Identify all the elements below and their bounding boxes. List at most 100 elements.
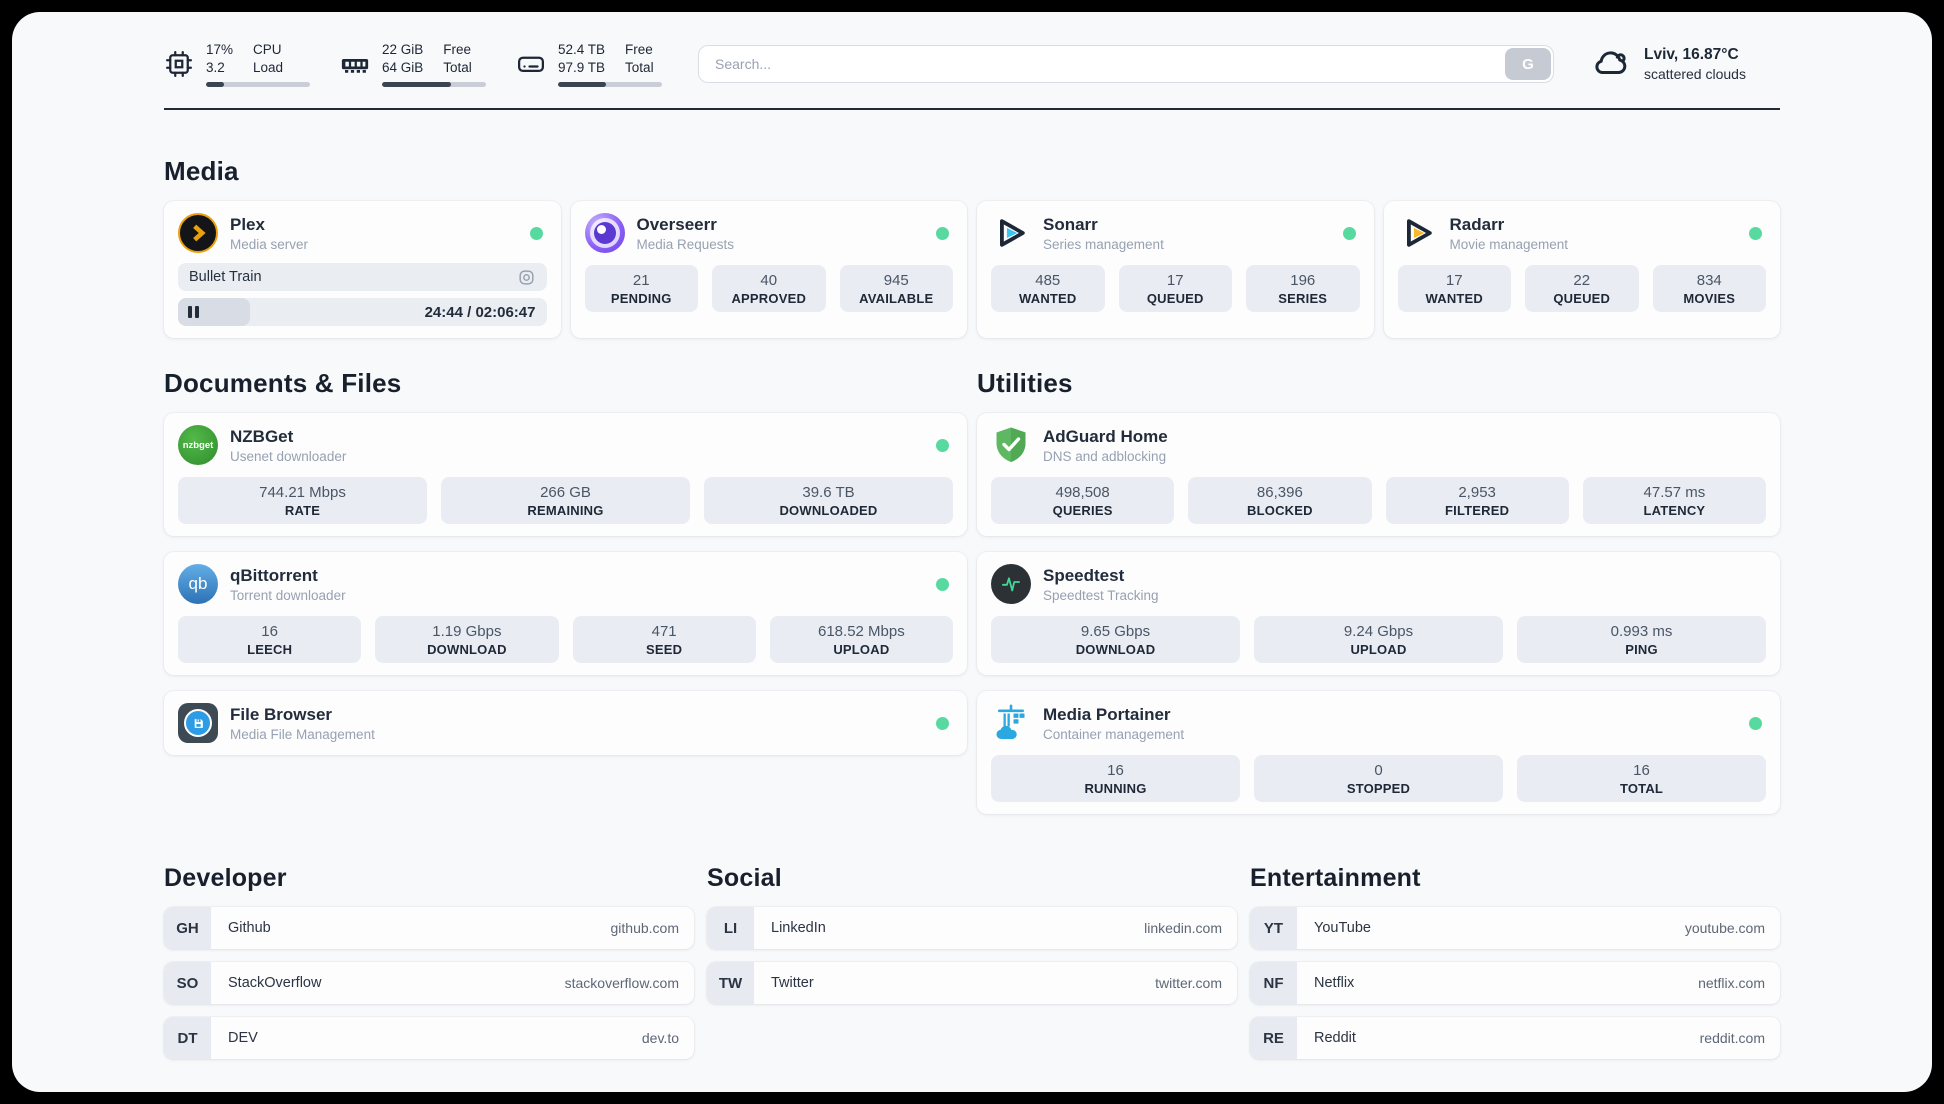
playback-time: 24:44 / 02:06:47 [424, 303, 536, 321]
link-badge: NF [1250, 962, 1297, 1004]
weather-condition: scattered clouds [1644, 66, 1746, 82]
link-badge: TW [707, 962, 754, 1004]
ram-progress-fill [382, 81, 451, 87]
search-bar: G [698, 45, 1554, 83]
link-row-github[interactable]: GH Github github.com [164, 907, 694, 949]
link-row-twitter[interactable]: TW Twitter twitter.com [707, 962, 1237, 1004]
ram-total-label: Total [443, 60, 472, 75]
app-card-nzbget[interactable]: nzbget NZBGet Usenet downloader 744.21 M… [164, 413, 967, 536]
section-title-social: Social [707, 864, 782, 892]
app-name: Sonarr [1043, 214, 1098, 234]
stat-box: 39.6 TB DOWNLOADED [704, 477, 953, 524]
app-card-sonarr[interactable]: Sonarr Series management 485 WANTED 17 QUE… [977, 201, 1374, 338]
cpu-label: CPU [253, 42, 282, 58]
app-description: Series management [1043, 236, 1164, 252]
media-card-grid: Plex Media server Bullet Train 24:44 / 0… [164, 201, 1780, 338]
link-row-youtube[interactable]: YT YouTube youtube.com [1250, 907, 1780, 949]
disk-total-label: Total [625, 60, 654, 75]
app-description: Media File Management [230, 726, 375, 742]
app-card-adguard[interactable]: AdGuard Home DNS and adblocking 498,508 Q… [977, 413, 1780, 536]
stat-box: 196 SERIES [1246, 265, 1360, 312]
app-card-radarr[interactable]: Radarr Movie management 17 WANTED 22 QUEUE… [1383, 201, 1780, 338]
search-input[interactable] [698, 45, 1554, 83]
link-row-reddit[interactable]: RE Reddit reddit.com [1250, 1017, 1780, 1059]
stat-box: 834 MOVIES [1652, 265, 1766, 312]
stat-box: 9.65 Gbps DOWNLOAD [991, 616, 1240, 663]
app-card-qbittorrent[interactable]: qb qBittorrent Torrent downloader 16 LEEC… [164, 552, 967, 675]
app-description: Movie management [1449, 236, 1569, 252]
link-badge: SO [164, 962, 211, 1004]
app-name: Radarr [1449, 214, 1505, 234]
portainer-icon [991, 703, 1031, 743]
middle-grid: Documents & Files nzbget NZBGet Usenet d… [164, 368, 1780, 814]
app-name: qBittorrent [230, 565, 318, 585]
link-row-dev[interactable]: DT DEV dev.to [164, 1017, 694, 1059]
link-name: DEV [228, 1030, 258, 1046]
top-bar: 17% 3.2 CPU Load 22 GiB 64 GiB Free Total [164, 36, 1780, 92]
stat-box: 1.19 Gbps DOWNLOAD [375, 616, 559, 663]
link-name: YouTube [1314, 920, 1371, 936]
stat-box: 498,508 QUERIES [991, 477, 1175, 524]
app-card-plex[interactable]: Plex Media server Bullet Train 24:44 / 0… [164, 201, 561, 338]
camera-icon [518, 269, 534, 285]
stat-box: 16 RUNNING [991, 755, 1240, 802]
link-badge: GH [164, 907, 211, 949]
status-online-dot [1749, 716, 1762, 730]
header-divider [164, 108, 1780, 110]
link-badge: LI [707, 907, 754, 949]
stat-box: 2,953 FILTERED [1385, 477, 1569, 524]
link-url: reddit.com [1699, 1030, 1765, 1046]
app-card-speedtest[interactable]: Speedtest Speedtest Tracking 9.65 Gbps DO… [977, 552, 1780, 675]
stat-box: 47.57 ms LATENCY [1582, 477, 1766, 524]
stat-box: 40 APPROVED [712, 265, 826, 312]
plex-icon [178, 213, 218, 253]
stat-box: 17 QUEUED [1118, 265, 1232, 312]
now-playing-row: Bullet Train [178, 263, 547, 291]
app-description: Media server [230, 236, 309, 252]
app-card-portainer[interactable]: Media Portainer Container management 16 R… [977, 691, 1780, 814]
playback-progress-bar[interactable]: 24:44 / 02:06:47 [178, 298, 547, 326]
link-url: netflix.com [1698, 975, 1765, 991]
entertainment-links: Entertainment YT YouTube youtube.com NF … [1250, 864, 1780, 1059]
dashboard-page: 17% 3.2 CPU Load 22 GiB 64 GiB Free Total [12, 12, 1932, 1092]
disk-free-label: Free [625, 42, 653, 58]
cpu-load-average: 3.2 [206, 60, 225, 75]
pause-icon [188, 306, 199, 318]
app-description: Container management [1043, 726, 1185, 742]
link-row-stackoverflow[interactable]: SO StackOverflow stackoverflow.com [164, 962, 694, 1004]
adguard-icon [991, 425, 1031, 465]
app-name: AdGuard Home [1043, 426, 1168, 446]
playback-progress-fill [178, 298, 250, 326]
stat-box: 471 SEED [572, 616, 756, 663]
stat-box: 9.24 Gbps UPLOAD [1254, 616, 1503, 663]
stat-box: 17 WANTED [1397, 265, 1511, 312]
weather-location-temp: Lviv, 16.87°C [1644, 46, 1739, 63]
disk-progress-fill [558, 81, 606, 87]
app-description: DNS and adblocking [1043, 448, 1167, 464]
now-playing-title: Bullet Train [189, 269, 262, 285]
link-url: twitter.com [1155, 975, 1222, 991]
cpu-progress-bar [206, 81, 310, 87]
link-row-linkedin[interactable]: LI LinkedIn linkedin.com [707, 907, 1237, 949]
stat-box: 21 PENDING [584, 265, 698, 312]
link-url: stackoverflow.com [564, 975, 679, 991]
app-card-overseerr[interactable]: Overseerr Media Requests 21 PENDING 40 APP… [570, 201, 967, 338]
ram-free-label: Free [443, 42, 472, 58]
search-engine-button[interactable]: G [1505, 48, 1551, 80]
filebrowser-icon [178, 703, 218, 743]
speedtest-icon [991, 564, 1031, 604]
link-row-netflix[interactable]: NF Netflix netflix.com [1250, 962, 1780, 1004]
ram-progress-bar [382, 81, 486, 87]
status-online-dot [936, 226, 949, 240]
link-badge: RE [1250, 1017, 1297, 1059]
link-badge: YT [1250, 907, 1297, 949]
social-links: Social LI LinkedIn linkedin.com TW Twitt… [707, 864, 1237, 1004]
status-online-dot [529, 226, 543, 240]
link-url: dev.to [641, 1030, 679, 1046]
app-name: File Browser [230, 704, 333, 724]
links-grid: Developer GH Github github.com SO StackO… [164, 864, 1780, 1059]
ram-total-value: 64 GiB [382, 60, 424, 75]
stat-box: 266 GB REMAINING [441, 477, 690, 524]
app-card-filebrowser[interactable]: File Browser Media File Management [164, 691, 967, 755]
section-title-documents: Documents & Files [164, 368, 402, 398]
